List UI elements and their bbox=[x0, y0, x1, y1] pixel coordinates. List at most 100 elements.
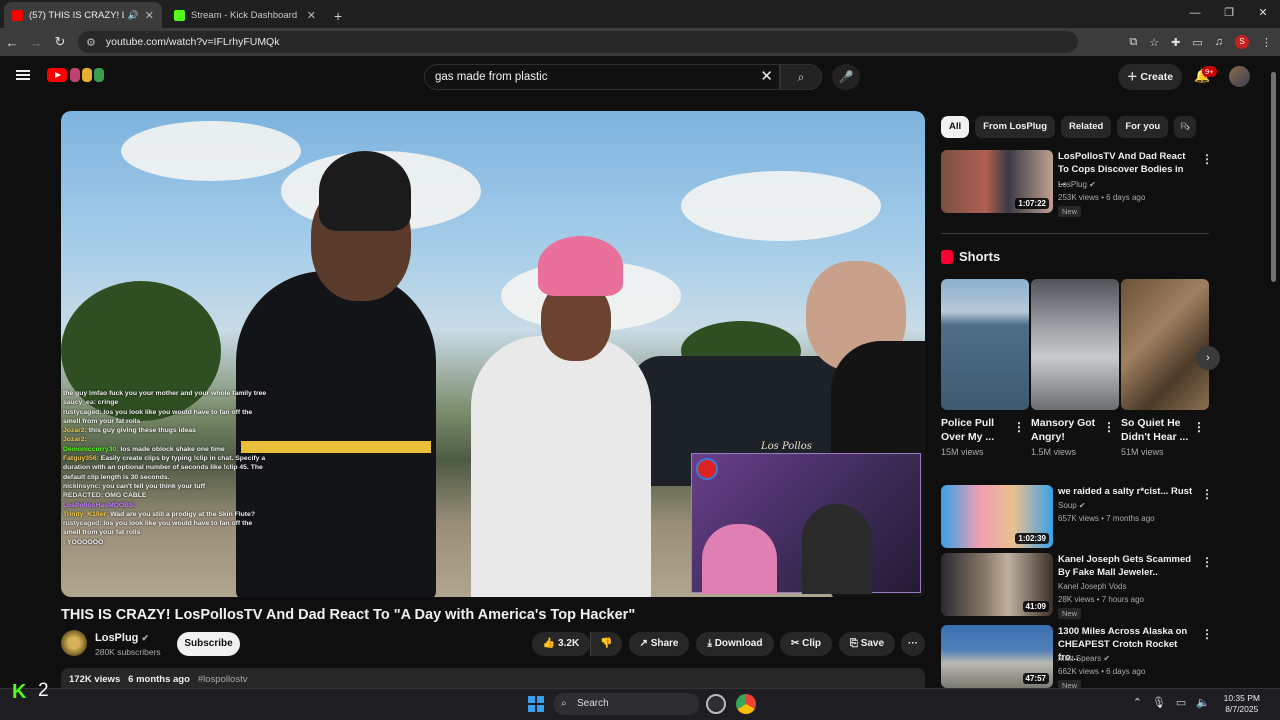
chip-for-you[interactable]: For you bbox=[1117, 116, 1169, 138]
install-app-icon[interactable]: ⧉ bbox=[1129, 36, 1137, 49]
chat-text: this guy giving these thugs ideas bbox=[88, 427, 196, 435]
recommended-channel[interactable]: Matt Spears ✔ bbox=[1058, 654, 1110, 663]
share-button[interactable]: ↗ Share bbox=[629, 632, 689, 656]
more-vert-icon[interactable]: ⋮ bbox=[1201, 555, 1213, 569]
menu-hamburger-icon[interactable] bbox=[16, 70, 30, 80]
video-thumbnail[interactable]: 41:09 bbox=[941, 553, 1053, 616]
video-thumbnail[interactable]: 1:07:22 bbox=[941, 150, 1053, 213]
channel-avatar[interactable] bbox=[61, 630, 87, 656]
media-controls-icon[interactable]: ♫ bbox=[1215, 36, 1223, 48]
short-title[interactable]: So Quiet He Didn't Hear ... bbox=[1121, 416, 1197, 444]
chip-all[interactable]: All bbox=[941, 116, 970, 138]
save-button[interactable]: ⎘ Save bbox=[839, 632, 895, 656]
address-bar[interactable]: ⚙ youtube.com/watch?v=IFLrhyFUMQk bbox=[78, 31, 1078, 53]
verified-icon: ✔ bbox=[141, 633, 149, 643]
download-button[interactable]: ⤓ Download bbox=[696, 632, 774, 656]
doodle-icon[interactable] bbox=[70, 68, 80, 82]
browser-menu-icon[interactable]: ⋮ bbox=[1261, 36, 1272, 49]
chat-username: Jozar2: bbox=[63, 436, 87, 444]
forward-icon[interactable]: → bbox=[24, 35, 48, 50]
volume-icon[interactable]: 🔈 bbox=[1196, 696, 1210, 709]
kick-logo-icon: K bbox=[12, 681, 27, 703]
close-window-icon[interactable]: ✕ bbox=[1246, 0, 1280, 28]
recommended-video[interactable]: 47:57 1300 Miles Across Alaska on CHEAPE… bbox=[941, 625, 1213, 691]
profile-avatar[interactable]: S bbox=[1235, 35, 1249, 49]
create-button[interactable]: ＋ Create bbox=[1118, 64, 1182, 90]
shorts-title: Shorts bbox=[959, 249, 1001, 264]
close-tab-icon[interactable]: ✕ bbox=[145, 9, 154, 22]
doodle-icon[interactable] bbox=[82, 68, 92, 82]
video-title: THIS IS CRAZY! LosPollosTV And Dad React… bbox=[61, 607, 636, 623]
more-vert-icon[interactable]: ⋮ bbox=[1201, 487, 1213, 501]
close-tab-icon[interactable]: ✕ bbox=[307, 9, 316, 22]
subscribe-button[interactable]: Subscribe bbox=[177, 632, 240, 656]
search-button[interactable]: ⌕ bbox=[780, 64, 822, 90]
tab-youtube[interactable]: (57) THIS IS CRAZY! LosPollo 🔊 ✕ bbox=[4, 2, 162, 28]
more-actions-button[interactable]: ··· bbox=[901, 632, 925, 656]
display-icon[interactable]: ▭ bbox=[1176, 696, 1186, 709]
recommended-meta: 657K views • 7 months ago bbox=[1058, 514, 1155, 523]
voice-search-icon[interactable]: 🎤 bbox=[832, 64, 860, 90]
chevron-right-icon[interactable]: › bbox=[1186, 120, 1190, 134]
chrome-icon[interactable] bbox=[736, 694, 756, 714]
sidepanel-icon[interactable]: ▭ bbox=[1192, 36, 1202, 49]
video-thumbnail[interactable]: 47:57 bbox=[941, 625, 1053, 688]
short-card[interactable]: Mansory Got Angry! 1.5M views ⋮ bbox=[1031, 279, 1119, 457]
clip-button[interactable]: ✂ Clip bbox=[780, 632, 832, 656]
recommended-video[interactable]: 1:02:39 we raided a salty r*cist... Rust… bbox=[941, 485, 1213, 549]
more-vert-icon[interactable]: ⋮ bbox=[1201, 152, 1213, 166]
taskbar-app-icon[interactable] bbox=[706, 694, 726, 714]
taskbar-clock[interactable]: 10:35 PM 8/7/2025 bbox=[1224, 693, 1260, 715]
thumbs-up-icon: 👍 bbox=[542, 638, 559, 649]
shorts-next-icon[interactable]: › bbox=[1196, 346, 1220, 370]
search-input[interactable]: gas made from plastic ✕ bbox=[424, 64, 780, 90]
chat-message: : YOOOOOO bbox=[63, 538, 271, 547]
channel-name[interactable]: LosPlug ✔ bbox=[95, 632, 149, 644]
windows-start-icon[interactable] bbox=[528, 696, 544, 712]
taskbar-search[interactable]: ⌕ Search bbox=[553, 693, 699, 715]
more-vert-icon[interactable]: ⋮ bbox=[1193, 420, 1205, 434]
video-player[interactable]: Los Pollos the guy lmfao fuck you your m… bbox=[61, 111, 925, 597]
recommended-video[interactable]: 1:07:22 LosPollosTV And Dad React To Cop… bbox=[941, 150, 1213, 217]
doodle-icon[interactable] bbox=[94, 68, 104, 82]
more-vert-icon[interactable]: ⋮ bbox=[1201, 627, 1213, 641]
new-tab-button[interactable]: + bbox=[334, 8, 342, 24]
short-thumbnail[interactable] bbox=[1031, 279, 1119, 410]
more-vert-icon[interactable]: ⋮ bbox=[1103, 420, 1115, 434]
recommended-channel[interactable]: Kanel Joseph Vods bbox=[1058, 582, 1127, 591]
short-card[interactable]: So Quiet He Didn't Hear ... 51M views ⋮ bbox=[1121, 279, 1209, 457]
hashtag-link[interactable]: #lospollostv bbox=[198, 674, 248, 685]
recommended-title[interactable]: we raided a salty r*cist... Rust bbox=[1058, 485, 1193, 498]
reload-icon[interactable]: ↻ bbox=[48, 34, 72, 50]
short-title[interactable]: Mansory Got Angry! bbox=[1031, 416, 1107, 444]
chevron-up-icon[interactable]: ⌃ bbox=[1133, 696, 1142, 709]
bookmark-icon: ⎘ bbox=[849, 638, 861, 649]
account-avatar[interactable] bbox=[1229, 66, 1250, 87]
minimize-icon[interactable]: — bbox=[1178, 0, 1212, 28]
back-icon[interactable]: ← bbox=[0, 35, 24, 50]
short-thumbnail[interactable] bbox=[941, 279, 1029, 410]
short-thumbnail[interactable] bbox=[1121, 279, 1209, 410]
recommended-channel[interactable]: Soup ✔ bbox=[1058, 501, 1086, 510]
site-info-icon[interactable]: ⚙ bbox=[86, 36, 96, 49]
recommended-title[interactable]: Kanel Joseph Gets Scammed By Fake Mall J… bbox=[1058, 553, 1193, 579]
short-title[interactable]: Police Pull Over My ... bbox=[941, 416, 1017, 444]
short-card[interactable]: Police Pull Over My ... 15M views ⋮ bbox=[941, 279, 1029, 457]
scrollbar-thumb[interactable] bbox=[1271, 72, 1276, 282]
like-count: 3.2K bbox=[558, 638, 580, 649]
microphone-icon[interactable]: 🎙 bbox=[1152, 696, 1166, 709]
extensions-icon[interactable]: ✚ bbox=[1171, 36, 1180, 49]
chip-from-channel[interactable]: From LosPlug bbox=[975, 116, 1056, 138]
like-button[interactable]: 👍 3.2K bbox=[532, 632, 590, 656]
video-thumbnail[interactable]: 1:02:39 bbox=[941, 485, 1053, 548]
more-vert-icon[interactable]: ⋮ bbox=[1013, 420, 1025, 434]
recommended-channel[interactable]: LosPlug ✔ bbox=[1058, 180, 1096, 189]
dislike-button[interactable]: 👎 bbox=[590, 632, 622, 656]
chip-related[interactable]: Related bbox=[1061, 116, 1112, 138]
bookmark-star-icon[interactable]: ☆ bbox=[1149, 36, 1159, 49]
youtube-logo-icon[interactable] bbox=[47, 68, 67, 82]
clear-search-icon[interactable]: ✕ bbox=[760, 65, 773, 89]
restore-icon[interactable]: ❐ bbox=[1212, 0, 1246, 28]
recommended-video[interactable]: 41:09 Kanel Joseph Gets Scammed By Fake … bbox=[941, 553, 1213, 619]
tab-kick-dashboard[interactable]: Stream - Kick Dashboard ✕ bbox=[166, 2, 324, 28]
